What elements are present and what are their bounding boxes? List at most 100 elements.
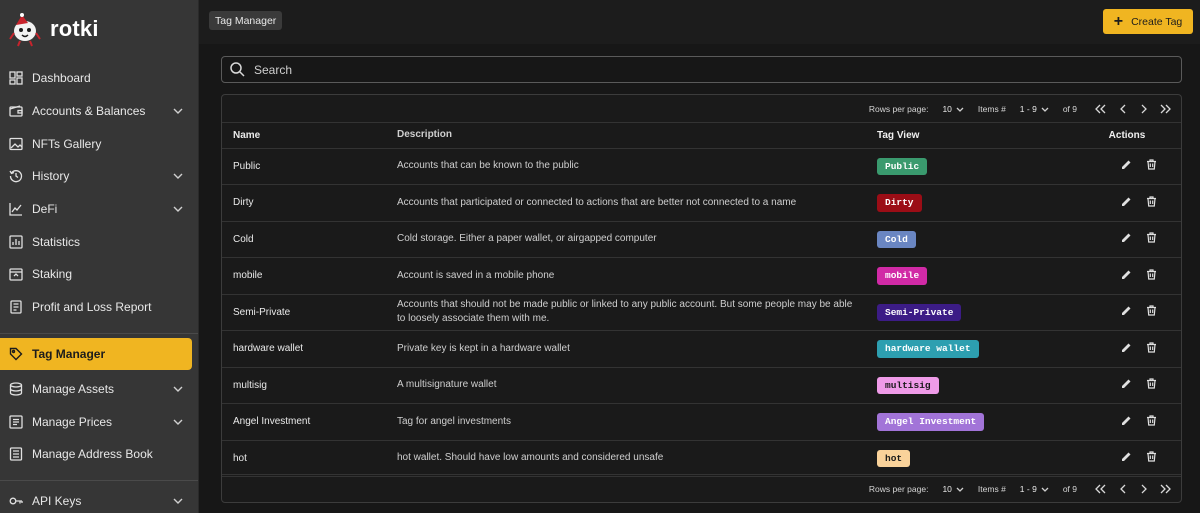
chevron-down-icon <box>172 203 184 215</box>
next-page-button[interactable] <box>1133 104 1155 114</box>
last-page-button[interactable] <box>1155 484 1177 494</box>
table-row: mobile Account is saved in a mobile phone… <box>222 257 1181 295</box>
search-input[interactable] <box>254 62 1154 77</box>
tags-table: Name Description Tag View Actions Public… <box>222 123 1181 477</box>
edit-pencil-icon[interactable] <box>1121 269 1132 280</box>
sidebar-item-label: Manage Address Book <box>32 447 153 462</box>
actions-cell <box>1087 184 1181 222</box>
staking-icon <box>8 266 24 282</box>
sidebar-item-accounts-balances[interactable]: Accounts & Balances <box>0 95 198 128</box>
table-row: multisig A multisignature wallet multisig <box>222 367 1181 404</box>
actions-cell <box>1087 257 1181 295</box>
sidebar-item-label: Manage Assets <box>32 381 115 396</box>
first-page-button[interactable] <box>1089 104 1111 114</box>
sidebar-item-nfts-gallery[interactable]: NFTs Gallery <box>0 127 198 160</box>
items-range-value: 1 - 9 <box>1019 103 1037 114</box>
delete-trash-icon[interactable] <box>1146 305 1157 316</box>
edit-pencil-icon[interactable] <box>1121 415 1132 426</box>
delete-trash-icon[interactable] <box>1146 451 1157 462</box>
tag-name: Semi-Private <box>222 294 397 331</box>
table-row: Angel Investment Tag for angel investment… <box>222 403 1181 441</box>
rows-per-page-select[interactable]: 10 <box>942 484 964 494</box>
tag-description: hot wallet. Should have low amounts and … <box>397 440 877 477</box>
rows-per-page-select[interactable]: 10 <box>942 104 964 114</box>
delete-trash-icon[interactable] <box>1146 342 1157 353</box>
chevron-down-icon <box>172 495 184 507</box>
delete-trash-icon[interactable] <box>1146 196 1157 207</box>
delete-trash-icon[interactable] <box>1146 232 1157 243</box>
edit-pencil-icon[interactable] <box>1121 159 1132 170</box>
table-row: hot hot wallet. Should have low amounts a… <box>222 440 1181 477</box>
tag-name: hot <box>222 440 397 477</box>
tag-description: Cold storage. Either a paper wallet, or … <box>397 221 877 258</box>
sidebar-item-label: Accounts & Balances <box>32 104 146 119</box>
sidebar-item-defi[interactable]: DeFi <box>0 193 198 226</box>
sidebar-item-statistics[interactable]: Statistics <box>0 225 198 258</box>
sidebar-item-api-keys[interactable]: API Keys <box>0 485 198 513</box>
tag-view-cell: Angel Investment <box>877 403 1087 441</box>
delete-trash-icon[interactable] <box>1146 415 1157 426</box>
brand[interactable]: rotki <box>0 0 198 58</box>
items-range-select[interactable]: 1 - 9 <box>1020 484 1049 494</box>
column-header-description[interactable]: Description <box>397 123 877 149</box>
sidebar-item-history[interactable]: History <box>0 160 198 193</box>
tag-view-cell: Semi-Private <box>877 294 1087 331</box>
sidebar: rotki Dashboard Accounts & Balances NFTs… <box>0 0 199 513</box>
delete-trash-icon[interactable] <box>1146 159 1157 170</box>
items-range-select[interactable]: 1 - 9 <box>1020 104 1049 114</box>
tag-chip: Cold <box>877 230 916 248</box>
tag-description: Accounts that should not be made public … <box>397 294 877 331</box>
edit-pencil-icon[interactable] <box>1121 196 1132 207</box>
sidebar-item-dashboard[interactable]: Dashboard <box>0 62 198 95</box>
tags-table-card: Rows per page: 10 Items # 1 - 9 of 9 Nam… <box>221 94 1182 503</box>
sidebar-item-profit-loss-report[interactable]: Profit and Loss Report <box>0 291 198 324</box>
database-icon <box>8 381 24 397</box>
tag-name: Angel Investment <box>222 403 397 441</box>
table-row: hardware wallet Private key is kept in a … <box>222 330 1181 368</box>
sidebar-item-staking[interactable]: Staking <box>0 258 198 291</box>
create-tag-label: Create Tag <box>1131 15 1183 28</box>
sidebar-divider <box>0 479 198 481</box>
delete-trash-icon[interactable] <box>1146 269 1157 280</box>
previous-page-button[interactable] <box>1111 104 1133 114</box>
price-list-icon <box>8 414 24 430</box>
breadcrumb: Tag Manager <box>209 11 283 30</box>
pagination-top: Rows per page: 10 Items # 1 - 9 of 9 <box>222 95 1181 123</box>
tag-description: A multisignature wallet <box>397 367 877 404</box>
items-range-value: 1 - 9 <box>1019 483 1037 494</box>
items-total: of 9 <box>1062 103 1077 114</box>
first-page-button[interactable] <box>1089 484 1111 494</box>
sidebar-nav: Dashboard Accounts & Balances NFTs Galle… <box>0 62 198 513</box>
sidebar-divider <box>0 332 198 334</box>
tag-name: Dirty <box>222 184 397 222</box>
edit-pencil-icon[interactable] <box>1121 232 1132 243</box>
previous-page-button[interactable] <box>1111 484 1133 494</box>
sidebar-item-manage-assets[interactable]: Manage Assets <box>0 373 198 406</box>
table-row: Dirty Accounts that participated or conne… <box>222 184 1181 222</box>
table-body: Public Accounts that can be known to the … <box>222 148 1181 477</box>
column-header-name[interactable]: Name <box>222 123 397 149</box>
actions-cell <box>1087 330 1181 368</box>
tag-description: Accounts that participated or connected … <box>397 184 877 222</box>
sidebar-item-manage-prices[interactable]: Manage Prices <box>0 405 198 438</box>
delete-trash-icon[interactable] <box>1146 378 1157 389</box>
search-box[interactable] <box>221 56 1182 83</box>
tag-view-cell: hardware wallet <box>877 330 1087 368</box>
image-icon <box>8 136 24 152</box>
table-row: Semi-Private Accounts that should not be … <box>222 294 1181 331</box>
last-page-button[interactable] <box>1155 104 1177 114</box>
edit-pencil-icon[interactable] <box>1121 342 1132 353</box>
edit-pencil-icon[interactable] <box>1121 378 1132 389</box>
next-page-button[interactable] <box>1133 484 1155 494</box>
address-book-icon <box>8 446 24 462</box>
edit-pencil-icon[interactable] <box>1121 451 1132 462</box>
edit-pencil-icon[interactable] <box>1121 305 1132 316</box>
sidebar-item-manage-address-book[interactable]: Manage Address Book <box>0 438 198 471</box>
app-name: rotki <box>50 16 99 41</box>
tag-chip: Semi-Private <box>877 303 962 321</box>
tag-name: Public <box>222 148 397 185</box>
sidebar-item-tag-manager[interactable]: Tag Manager <box>0 337 192 370</box>
tag-chip: Dirty <box>877 194 922 212</box>
search-icon <box>230 62 246 78</box>
create-tag-button[interactable]: + Create Tag <box>1103 9 1193 34</box>
